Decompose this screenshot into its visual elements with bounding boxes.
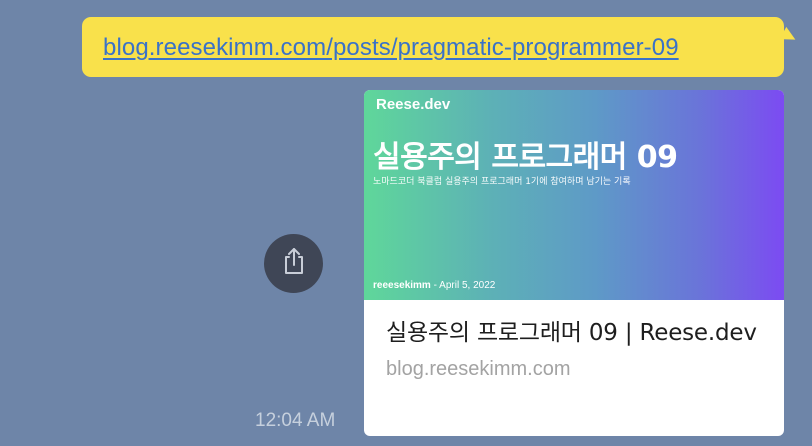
preview-info: 실용주의 프로그래머 09 | Reese.dev blog.reesekimm… — [364, 300, 784, 381]
link-preview-card[interactable]: Reese.dev 실용주의 프로그래머 09 노마드코더 북클럽 실용주의 프… — [364, 90, 784, 436]
preview-title: 실용주의 프로그래머 09 | Reese.dev — [386, 320, 757, 346]
preview-image-meta: reeesekimm - April 5, 2022 — [373, 280, 495, 291]
share-button[interactable] — [264, 234, 323, 293]
preview-image-subtitle: 노마드코더 북클럽 실용주의 프로그래머 1기에 참여하며 남기는 기록 — [373, 177, 631, 187]
message-bubble[interactable]: blog.reesekimm.com/posts/pragmatic-progr… — [82, 17, 799, 77]
bubble-tail — [779, 26, 799, 46]
share-icon — [279, 246, 309, 281]
message-timestamp: 12:04 AM — [255, 410, 336, 431]
preview-author: reeesekimm — [373, 280, 431, 291]
preview-image: Reese.dev 실용주의 프로그래머 09 노마드코더 북클럽 실용주의 프… — [364, 90, 784, 300]
preview-date: - April 5, 2022 — [430, 280, 496, 291]
preview-image-title: 실용주의 프로그래머 09 — [373, 140, 678, 175]
preview-domain: blog.reesekimm.com — [386, 358, 571, 380]
preview-site-name: Reese.dev — [376, 96, 451, 113]
message-link[interactable]: blog.reesekimm.com/posts/pragmatic-progr… — [103, 34, 679, 61]
